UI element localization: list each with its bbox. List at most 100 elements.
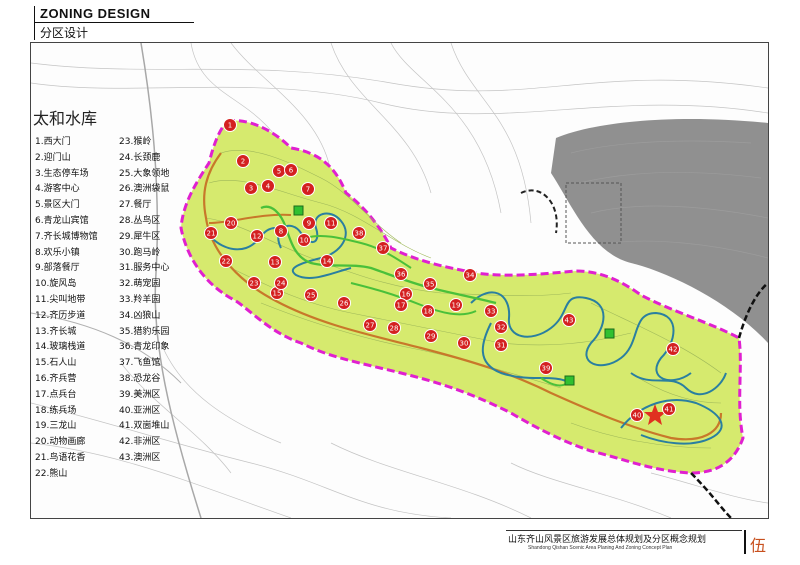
marker-32[interactable]: 32 — [494, 320, 508, 334]
marker-42[interactable]: 42 — [666, 342, 680, 356]
legend-item: 41.双崮堆山 — [119, 421, 170, 432]
marker-28[interactable]: 28 — [387, 321, 401, 335]
marker-9[interactable]: 9 — [302, 216, 316, 230]
marker-label: 2 — [241, 158, 245, 166]
marker-31[interactable]: 31 — [494, 338, 508, 352]
marker-label: 25 — [307, 292, 316, 300]
marker-36[interactable]: 36 — [394, 267, 408, 281]
legend-item: 32.萌宠园 — [119, 279, 161, 290]
marker-29[interactable]: 29 — [424, 329, 438, 343]
marker-4[interactable]: 4 — [261, 179, 275, 193]
legend-item: 31.服务中心 — [119, 263, 170, 274]
marker-27[interactable]: 27 — [363, 318, 377, 332]
map-frame: 1 2 3 4 5 6 7 8 9 10 11 12 13 14 15 16 17 18 19 20 21 22 23 24 2… — [30, 42, 769, 519]
marker-14[interactable]: 14 — [320, 254, 334, 268]
marker-label: 18 — [424, 308, 433, 316]
marker-43[interactable]: 43 — [562, 313, 576, 327]
marker-label: 7 — [306, 186, 310, 194]
marker-2[interactable]: 2 — [236, 154, 250, 168]
boundary-dash-south — [690, 472, 732, 518]
marker-3[interactable]: 3 — [244, 181, 258, 195]
marker-17[interactable]: 17 — [394, 298, 408, 312]
marker-label: 23 — [250, 280, 259, 288]
legend-item: 2.迎门山 — [35, 152, 71, 163]
marker-6[interactable]: 6 — [284, 163, 298, 177]
marker-label: 41 — [665, 406, 674, 414]
legend-item: 19.三龙山 — [35, 421, 77, 432]
marker-20[interactable]: 20 — [224, 216, 238, 230]
marker-23[interactable]: 23 — [247, 276, 261, 290]
footer-title-cn: 山东齐山风景区旅游发展总体规划及分区概念规划 — [508, 535, 707, 545]
marker-5[interactable]: 5 — [272, 164, 286, 178]
marker-33[interactable]: 33 — [484, 304, 498, 318]
legend-item: 25.大象领地 — [119, 168, 170, 179]
marker-label: 12 — [253, 233, 262, 241]
legend-item: 17.点兵台 — [35, 389, 77, 400]
marker-39[interactable]: 39 — [539, 361, 553, 375]
page-number: 伍 — [750, 536, 767, 555]
marker-label: 29 — [427, 333, 436, 341]
marker-11[interactable]: 11 — [324, 216, 338, 230]
green-square-facility-1 — [293, 205, 304, 216]
marker-25[interactable]: 25 — [304, 288, 318, 302]
marker-12[interactable]: 12 — [250, 229, 264, 243]
marker-7[interactable]: 7 — [301, 182, 315, 196]
legend-item: 38.恐龙谷 — [119, 373, 161, 384]
marker-26[interactable]: 26 — [337, 296, 351, 310]
marker-18[interactable]: 18 — [421, 304, 435, 318]
marker-label: 22 — [222, 258, 231, 266]
legend-item: 26.澳洲袋鼠 — [119, 184, 170, 195]
marker-label: 32 — [497, 324, 506, 332]
legend-item: 5.景区大门 — [35, 200, 80, 211]
legend-item: 30.跑马岭 — [119, 247, 161, 258]
legend-item: 13.齐长城 — [35, 326, 77, 337]
marker-label: 15 — [273, 290, 282, 298]
marker-label: 14 — [323, 258, 332, 266]
footer-divider — [506, 530, 742, 531]
marker-24[interactable]: 24 — [274, 276, 288, 290]
legend-item: 42.非洲区 — [119, 437, 161, 448]
marker-13[interactable]: 13 — [268, 255, 282, 269]
legend-item: 21.鸟语花香 — [35, 452, 86, 463]
marker-1[interactable]: 1 — [223, 118, 237, 132]
marker-label: 34 — [466, 272, 475, 280]
footer-title-en: Shandong Qishan Scenic Area Planing And … — [528, 545, 673, 551]
marker-label: 39 — [542, 365, 551, 373]
legend-item: 33.羚羊园 — [119, 294, 161, 305]
marker-label: 6 — [289, 167, 294, 175]
legend-item: 10.旋风岛 — [35, 279, 77, 290]
legend-item: 1.西大门 — [35, 137, 71, 147]
legend-item: 4.游客中心 — [35, 184, 80, 195]
header-title-en: ZONING DESIGN — [40, 6, 151, 21]
marker-label: 13 — [271, 259, 280, 267]
legend-item: 20.动物画廊 — [35, 437, 86, 448]
legend-item: 43.澳洲区 — [119, 452, 161, 463]
legend-item: 37.飞鱼馆 — [119, 358, 161, 369]
marker-38[interactable]: 38 — [352, 226, 366, 240]
legend-item: 40.亚洲区 — [119, 405, 161, 416]
marker-37[interactable]: 37 — [376, 241, 390, 255]
marker-label: 30 — [460, 340, 469, 348]
marker-41[interactable]: 41 — [662, 402, 676, 416]
marker-label: 31 — [497, 342, 506, 350]
legend-item: 23.猴岭 — [119, 137, 152, 147]
marker-21[interactable]: 21 — [204, 226, 218, 240]
marker-8[interactable]: 8 — [274, 224, 288, 238]
marker-label: 42 — [669, 346, 678, 354]
marker-label: 24 — [277, 280, 286, 288]
legend-item: 36.青龙印象 — [119, 342, 170, 353]
marker-label: 40 — [633, 412, 642, 420]
marker-30[interactable]: 30 — [457, 336, 471, 350]
marker-40[interactable]: 40 — [630, 408, 644, 422]
marker-35[interactable]: 35 — [423, 277, 437, 291]
marker-19[interactable]: 19 — [449, 298, 463, 312]
marker-label: 5 — [277, 168, 281, 176]
legend-item: 3.生态停车场 — [35, 168, 89, 179]
marker-22[interactable]: 22 — [219, 254, 233, 268]
legend-item: 9.部落餐厅 — [35, 263, 80, 274]
reservoir-label: 太和水库 — [33, 109, 98, 128]
marker-34[interactable]: 34 — [463, 268, 477, 282]
legend-item: 34.凶狼山 — [119, 310, 161, 321]
marker-label: 20 — [227, 220, 236, 228]
marker-10[interactable]: 10 — [297, 233, 311, 247]
